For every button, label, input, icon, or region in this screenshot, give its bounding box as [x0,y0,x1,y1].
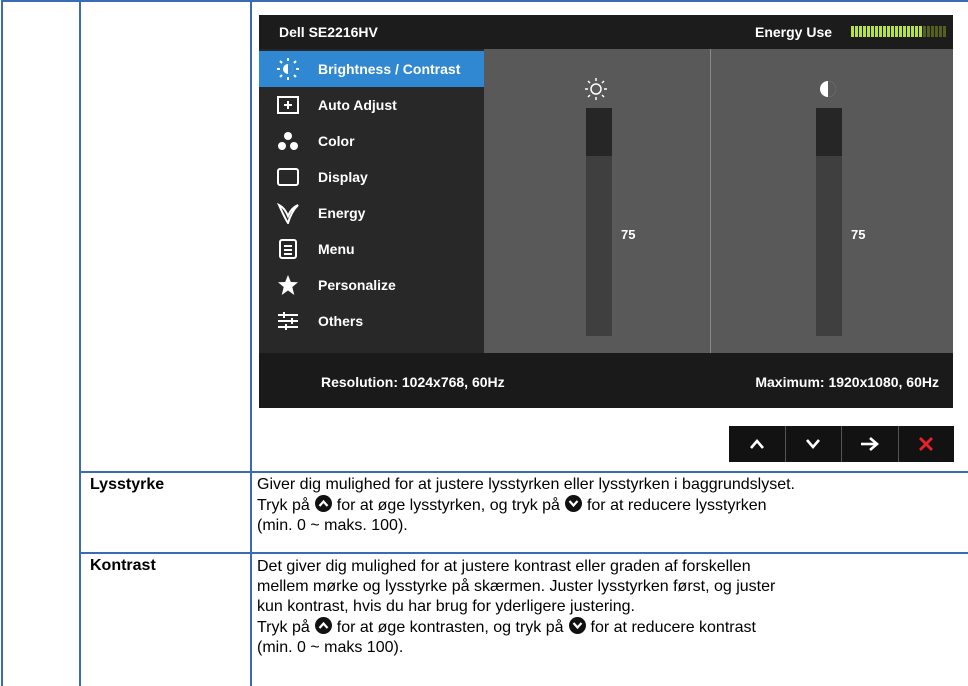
energy-segment [859,26,862,37]
maximum-resolution-text: Maximum: 1920x1080, 60Hz [755,374,939,390]
desc-kontrast: Det giver dig mulighed for at justere ko… [257,557,963,658]
contrast-icon [819,80,841,102]
sun-icon [585,78,607,100]
brightness-panel: 75 [484,49,710,353]
term-lysstyrke: Lysstyrke [90,476,165,493]
menu-label: Brightness / Contrast [318,61,461,77]
menu-item-others[interactable]: Others [259,303,484,339]
table-border-row1 [79,471,968,473]
desc-line: Tryk på for at øge lysstyrken, og tryk på… [257,495,767,514]
energy-segment [915,26,918,37]
energy-use-meter [851,26,946,37]
close-icon [919,437,934,451]
menu-item-auto-adjust[interactable]: Auto Adjust [259,87,484,123]
energy-segment [887,26,890,37]
menu-item-personalize[interactable]: Personalize [259,267,484,303]
menu-label: Display [318,169,368,185]
menu-item-energy[interactable]: Energy [259,195,484,231]
up-arrow-icon [749,439,764,449]
table-border-col2 [250,0,252,686]
energy-segment [903,26,906,37]
menu-label: Personalize [318,277,396,293]
right-arrow-icon [860,437,879,451]
up-circle-icon [314,495,332,512]
desc-line: Det giver dig mulighed for at justere ko… [257,558,751,575]
color-icon [277,130,299,152]
osd-button-bar [729,426,954,462]
energy-segment [899,26,902,37]
desc-lysstyrke: Giver dig mulighed for at justere lyssty… [257,475,963,536]
table-border-left [1,0,3,686]
up-button[interactable] [729,426,786,462]
brightness-slider[interactable] [586,108,612,336]
menu-item-menu[interactable]: Menu [259,231,484,267]
energy-segment [891,26,894,37]
table-border-row2 [79,552,968,554]
osd-sidebar: Brightness / Contrast Auto Adjust Color … [259,49,484,353]
energy-segment [851,26,854,37]
osd-menu: Dell SE2216HV Energy Use Brightness / Co… [259,15,953,408]
energy-use-label: Energy Use [755,24,833,40]
energy-segment [895,26,898,37]
energy-segment [935,26,938,37]
osd-footer: Resolution: 1024x768, 60Hz Maximum: 1920… [259,353,953,408]
brightness-icon [277,58,299,80]
desc-line: Giver dig mulighed for at justere lyssty… [257,476,795,493]
down-circle-icon [564,495,582,512]
table-border-top [1,0,968,2]
energy-segment [875,26,878,37]
energy-segment [927,26,930,37]
energy-segment [943,26,946,37]
menu-label: Menu [318,241,355,257]
model-name: Dell SE2216HV [279,24,378,40]
contrast-panel: 75 [711,49,953,353]
star-icon [277,274,299,296]
up-circle-icon [314,617,332,634]
energy-segment [923,26,926,37]
menu-label: Others [318,313,364,329]
down-arrow-icon [806,439,821,449]
term-kontrast: Kontrast [90,557,156,574]
exit-button[interactable] [899,426,955,462]
desc-line: Tryk på for at øge kontrasten, og tryk på… [257,617,756,636]
energy-segment [939,26,942,37]
down-circle-icon [568,617,586,634]
energy-segment [863,26,866,37]
energy-segment [855,26,858,37]
menu-label: Auto Adjust [318,97,397,113]
energy-icon [277,202,299,224]
brightness-slider-fill [586,108,612,156]
enter-button[interactable] [842,426,899,462]
energy-segment [883,26,886,37]
energy-segment [871,26,874,37]
energy-segment [907,26,910,37]
menu-icon [277,238,299,260]
sliders-icon [277,310,299,332]
energy-segment [931,26,934,37]
auto-adjust-icon [277,94,299,116]
down-button[interactable] [786,426,842,462]
energy-segment [911,26,914,37]
energy-segment [879,26,882,37]
brightness-value: 75 [621,227,636,242]
contrast-value: 75 [851,227,866,242]
energy-segment [919,26,922,37]
contrast-slider-fill [816,108,842,156]
desc-line: mellem mørke og lysstyrke på skærmen. Ju… [257,578,776,595]
energy-segment [867,26,870,37]
menu-label: Energy [318,205,366,221]
desc-line: (min. 0 ~ maks. 100). [257,517,408,534]
desc-line: (min. 0 ~ maks 100). [257,639,404,656]
menu-item-color[interactable]: Color [259,123,484,159]
contrast-slider[interactable] [816,108,842,336]
menu-label: Color [318,133,355,149]
osd-header: Dell SE2216HV Energy Use [259,15,953,49]
desc-line: kun kontrast, hvis du har brug for yderl… [257,598,635,615]
menu-item-brightness-contrast[interactable]: Brightness / Contrast [259,51,484,87]
display-icon [277,166,299,188]
menu-item-display[interactable]: Display [259,159,484,195]
table-border-col1 [79,0,81,686]
resolution-text: Resolution: 1024x768, 60Hz [321,374,505,390]
